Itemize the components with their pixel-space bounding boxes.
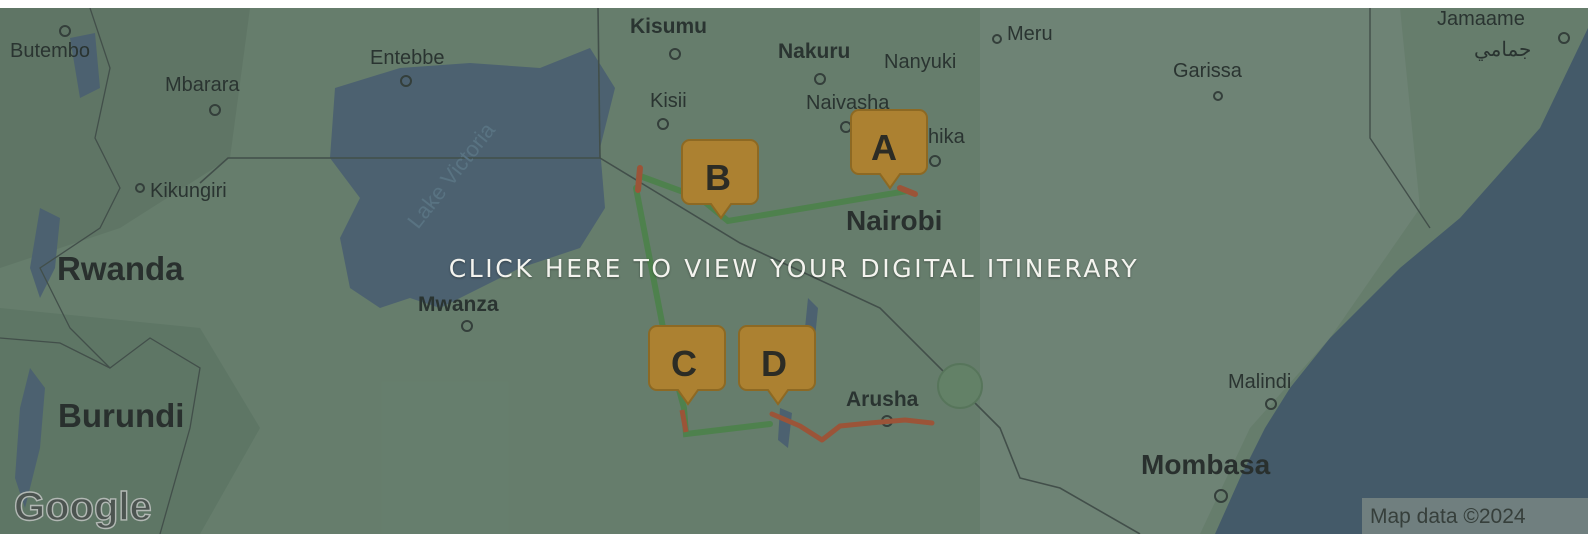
itinerary-map-link[interactable]: Kisumu Meru Jamaame جمامي Butembo Entebb…	[0, 8, 1588, 534]
view-itinerary-link[interactable]: CLICK HERE TO VIEW YOUR DIGITAL ITINERAR…	[0, 254, 1588, 283]
